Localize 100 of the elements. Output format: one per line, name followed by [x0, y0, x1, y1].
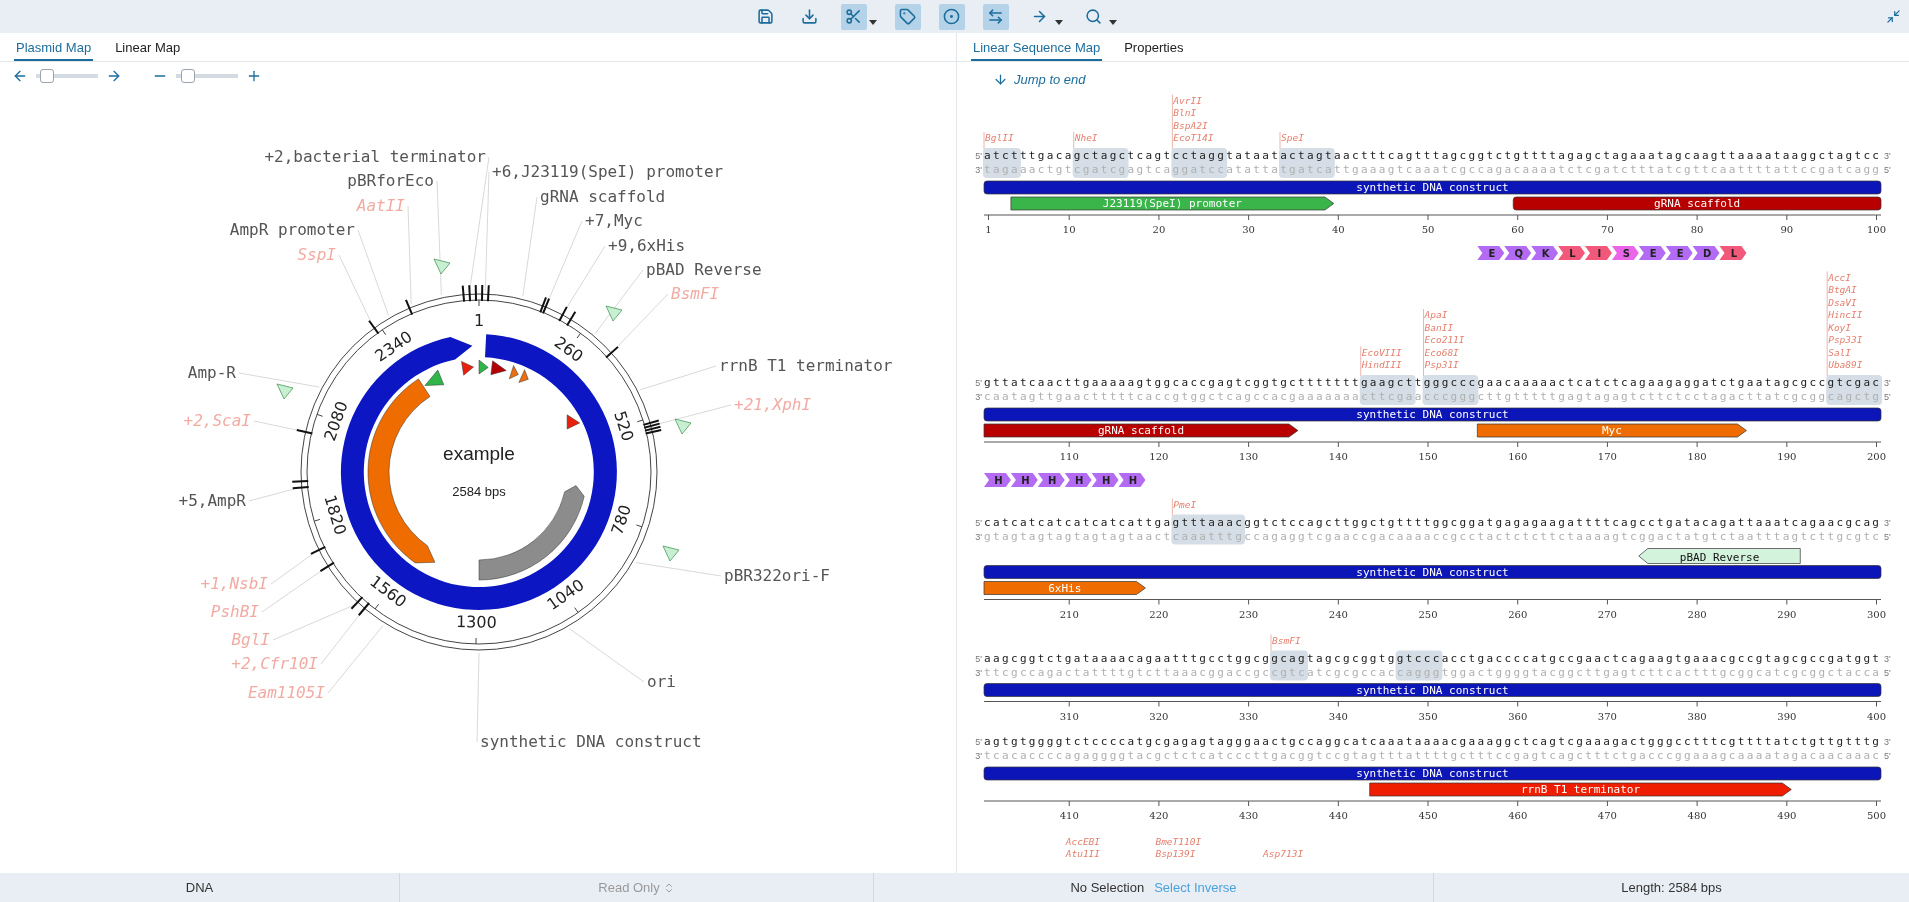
- enzyme-label[interactable]: Eco68I: [1424, 346, 1459, 358]
- feature-bar[interactable]: synthetic DNA construct: [983, 407, 1882, 422]
- feature-bar[interactable]: 6xHis: [983, 581, 1146, 595]
- enzyme-label[interactable]: BspA2I: [1173, 119, 1208, 131]
- save-icon: [757, 8, 774, 25]
- feature-bar[interactable]: rrnB T1 terminator: [1369, 782, 1792, 797]
- ruler-label: 340: [1328, 710, 1348, 722]
- leader-line: [594, 269, 644, 334]
- tick-label: 2080: [320, 398, 352, 444]
- toolbar-button[interactable]: [982, 3, 1009, 30]
- enzyme-label[interactable]: Eco211I: [1424, 334, 1465, 345]
- slider-thumb[interactable]: [180, 69, 195, 83]
- strand-end-label: 5': [975, 378, 982, 388]
- feature-label: pBR322ori-F: [724, 566, 830, 585]
- read-only-select[interactable]: Read Only: [598, 880, 675, 895]
- amino-acid-chevron: L: [1719, 246, 1747, 260]
- enzyme-label[interactable]: DsaVI: [1828, 296, 1857, 308]
- tab[interactable]: Linear Map: [113, 40, 183, 61]
- tab[interactable]: Plasmid Map: [14, 40, 94, 61]
- ruler-label: 30: [1242, 224, 1255, 235]
- primer-bar[interactable]: pBAD Reverse: [1638, 548, 1801, 564]
- feature-bar[interactable]: J23119(SpeI) promoter: [1010, 196, 1335, 211]
- enzyme-label[interactable]: Uba89I: [1828, 359, 1863, 370]
- plus-icon[interactable]: [246, 68, 262, 84]
- jump-to-end-link[interactable]: Jump to end: [993, 72, 1086, 87]
- tab[interactable]: Properties: [1122, 40, 1186, 61]
- enzyme-label[interactable]: BmeT110I: [1155, 835, 1202, 847]
- feature-label: gRNA scaffold: [540, 187, 666, 206]
- tick-label: 780: [607, 502, 636, 538]
- feature-bar[interactable]: synthetic DNA construct: [983, 683, 1882, 697]
- caret-icon[interactable]: [868, 19, 877, 25]
- enzyme-label[interactable]: AccI: [1828, 271, 1852, 283]
- arrow-right-icon[interactable]: [106, 68, 122, 84]
- enzyme-label[interactable]: ApaI: [1424, 309, 1448, 320]
- strand-end-label: 5': [1884, 392, 1891, 402]
- feature-arrow: [518, 369, 529, 383]
- cut-site-tick: [558, 305, 568, 322]
- enzyme-label[interactable]: Bsp139I: [1155, 848, 1196, 859]
- enzyme-label[interactable]: BsmFI: [1272, 634, 1301, 646]
- ruler-label: 20: [1152, 224, 1166, 235]
- enzyme-label[interactable]: BlnI: [1173, 107, 1197, 118]
- enzyme-label[interactable]: BanII: [1424, 321, 1454, 333]
- enzyme-label[interactable]: Atu1II: [1065, 848, 1101, 859]
- slider-thumb[interactable]: [39, 69, 54, 83]
- strand-end-label: 5': [1884, 751, 1891, 761]
- select-inverse-link[interactable]: Select Inverse: [1154, 880, 1237, 895]
- enzyme-label: +2,ScaI: [183, 411, 251, 430]
- enzyme-label[interactable]: Psp31I: [1424, 359, 1459, 370]
- tab[interactable]: Linear Sequence Map: [971, 40, 1103, 61]
- enzyme-label[interactable]: SpeI: [1281, 132, 1304, 143]
- enzyme-label[interactable]: EcoVIII: [1361, 346, 1402, 358]
- leader-line: [1171, 94, 1173, 150]
- ruler-label: 370: [1597, 710, 1617, 722]
- ruler-label: 270: [1597, 608, 1617, 620]
- enzyme-label[interactable]: EcoT14I: [1173, 132, 1214, 143]
- enzyme-label[interactable]: BglII: [985, 132, 1014, 143]
- feature-bar[interactable]: synthetic DNA construct: [983, 180, 1882, 195]
- amino-acid-chevron: I: [1585, 246, 1612, 260]
- feature-bar[interactable]: synthetic DNA construct: [983, 766, 1882, 781]
- feature-bar[interactable]: gRNA scaffold: [1512, 196, 1882, 211]
- enzyme-label[interactable]: AvrII: [1173, 94, 1202, 106]
- complement-sequence-text: tcacaccccagaggggtacgctctcatcccttgacggtccgtagtttattttgctttccgagtcagctttctgacccggaaagcaaaatagacaacaaac: [984, 749, 1879, 762]
- strand-end-label: 5': [1884, 667, 1891, 678]
- enzyme-label[interactable]: Asp713I: [1263, 848, 1304, 859]
- enzyme-label[interactable]: KoyI: [1828, 321, 1852, 333]
- ruler-label: 190: [1777, 451, 1797, 462]
- feature-bar[interactable]: synthetic DNA construct: [983, 565, 1882, 579]
- amino-acid-chevron: H: [1037, 473, 1065, 487]
- amino-acid-chevron: H: [1010, 473, 1038, 487]
- enzyme-label[interactable]: Psp33I: [1828, 334, 1863, 345]
- sequence-text: agtgtggggtctccccatgcgagagtagggaactgccaggcatcaaataaaacgaaaggctcagtcgaaagactgggcctttcgttttatctgttgtttg: [984, 735, 1879, 748]
- feature-label: +5,AmpR: [178, 491, 246, 510]
- enzyme-label[interactable]: HincII: [1828, 309, 1863, 320]
- feature-bar[interactable]: Myc: [1477, 423, 1747, 438]
- ruler-label: 470: [1597, 810, 1617, 821]
- leader-line: [1360, 346, 1362, 377]
- toolbar-button[interactable]: [938, 3, 965, 30]
- strand-end-label: 3': [975, 667, 982, 678]
- swap-arrows-icon: [987, 8, 1004, 25]
- feature-arrow: [509, 365, 519, 380]
- tick-label: 1: [473, 310, 485, 330]
- enzyme-label[interactable]: BtgAI: [1828, 284, 1857, 295]
- enzyme-label[interactable]: PmeI: [1173, 498, 1197, 510]
- collapse-icon[interactable]: [1886, 9, 1901, 24]
- enzyme-label[interactable]: SalI: [1828, 346, 1852, 358]
- sequence-type: DNA: [185, 880, 214, 895]
- enzyme-label[interactable]: AccEBI: [1065, 835, 1101, 847]
- enzyme-label[interactable]: NheI: [1074, 132, 1098, 143]
- caret-icon[interactable]: [1054, 19, 1063, 25]
- ruler-label: 450: [1418, 810, 1438, 821]
- sequence-text: gttatcaacttgaaaaagtggcaccgagtcggtgctttttttgaagcttgggcccgaacaaaaactcatctcagaagaggatctgaatagcgccgtcgac: [984, 376, 1879, 389]
- toolbar-button[interactable]: [840, 3, 867, 30]
- feature-label: Amp-R: [187, 363, 236, 382]
- enzyme-label[interactable]: HindIII: [1361, 359, 1402, 370]
- ruler-label: 420: [1149, 810, 1169, 821]
- feature-bar[interactable]: gRNA scaffold: [983, 423, 1299, 438]
- toolbar-button[interactable]: [894, 3, 921, 30]
- download-icon: [801, 8, 818, 25]
- enzyme-label: +1,NsbI: [200, 574, 268, 593]
- caret-icon[interactable]: [1108, 19, 1117, 25]
